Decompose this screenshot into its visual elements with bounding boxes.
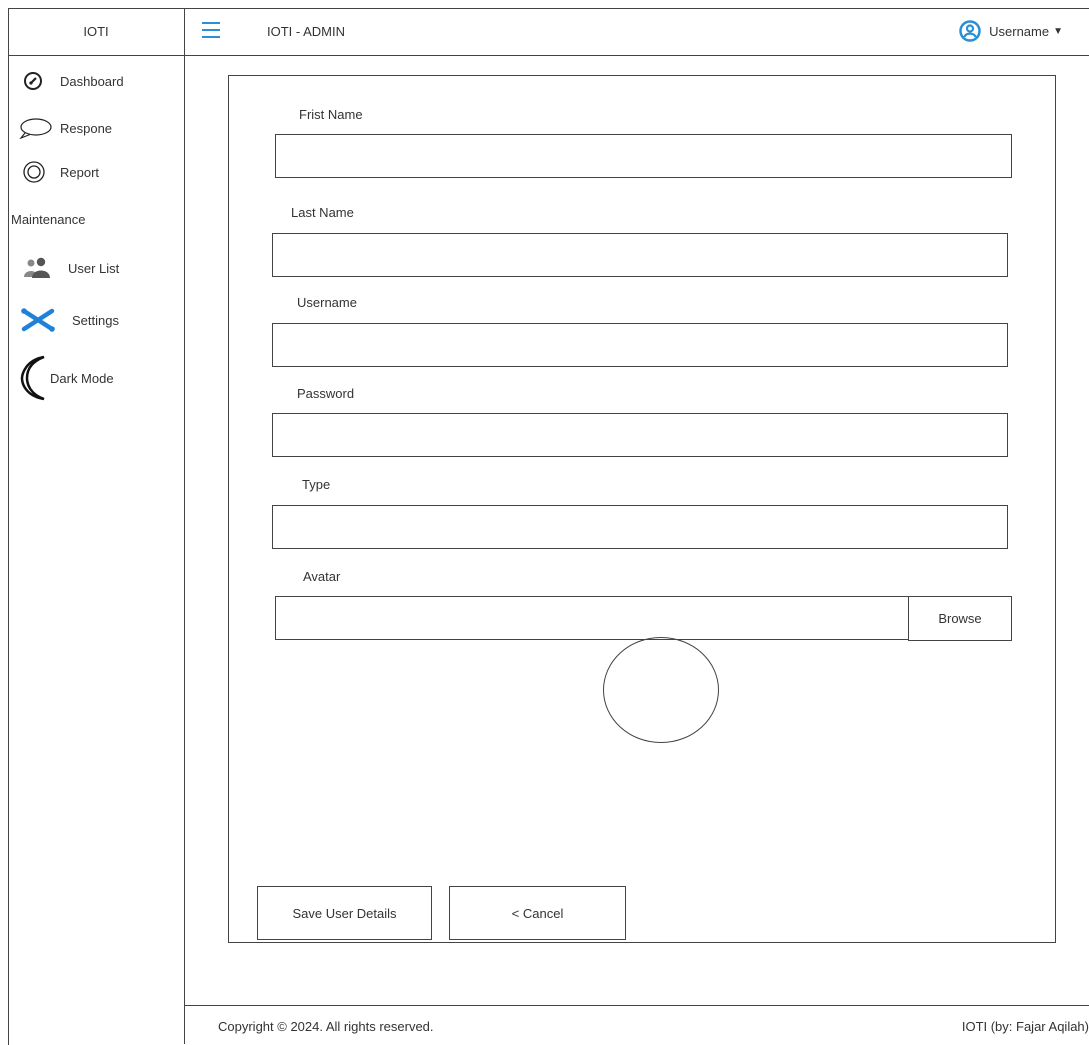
sidebar-item-label: Dark Mode [50,370,114,386]
sidebar-item-label: Dashboard [60,73,124,89]
save-button-label: Save User Details [292,905,397,921]
sidebar-item-settings[interactable]: Settings [20,307,119,333]
browse-button[interactable]: Browse [908,596,1012,641]
section-maintenance: Maintenance [11,212,86,227]
browse-button-label: Browse [938,611,982,626]
type-label: Type [302,477,331,492]
speedometer-icon [22,71,44,91]
brand-text: IOTI [83,24,109,39]
sidebar-item-respone[interactable]: Respone [19,117,113,139]
brand-logo: IOTI [8,8,185,56]
cancel-button-label: < Cancel [511,905,564,921]
hamburger-menu-icon[interactable] [202,22,220,38]
sidebar-item-dashboard[interactable]: Dashboard [22,71,124,91]
sidebar-item-label: Respone [60,120,113,136]
first-name-input[interactable] [275,134,1012,178]
username-input[interactable] [272,323,1008,367]
sidebar-item-dark-mode[interactable]: Dark Mode [20,354,114,402]
speech-bubble-icon [18,117,52,139]
sidebar: Dashboard Respone Report Maintenance Use… [8,56,185,1044]
sidebar-item-user-list[interactable]: User List [22,256,119,280]
sidebar-item-label: User List [68,260,120,276]
credit-text: IOTI (by: Fajar Aqilah) [961,1019,1089,1034]
avatar-label: Avatar [303,569,341,584]
crescent-moon-icon [20,354,48,402]
top-bar: IOTI - ADMIN Username ▼ [185,8,1089,56]
first-name-label: Frist Name [299,107,363,122]
cancel-button[interactable]: < Cancel [449,886,626,940]
password-label: Password [297,386,355,401]
app-title: IOTI - ADMIN [267,24,345,39]
avatar-file-input[interactable] [275,596,909,640]
avatar-preview [603,637,719,743]
sidebar-item-report[interactable]: Report [22,160,99,184]
target-circle-icon [22,160,46,184]
footer-divider [185,1005,1089,1006]
user-menu[interactable]: Username ▼ [959,20,1063,42]
password-input[interactable] [272,413,1008,457]
chevron-down-icon: ▼ [1053,25,1063,37]
username-field-label: Username [297,295,357,310]
save-user-details-button[interactable]: Save User Details [257,886,432,940]
users-icon [22,256,52,280]
sidebar-item-label: Report [60,164,100,180]
copyright-text: Copyright © 2024. All rights reserved. [218,1019,434,1034]
user-form-panel: Frist Name Last Name Username Password T… [228,75,1056,943]
cross-tools-icon [20,307,56,333]
last-name-label: Last Name [291,205,354,220]
user-avatar-icon [959,20,981,42]
username-label: Username [989,23,1050,39]
last-name-input[interactable] [272,233,1008,277]
type-input[interactable] [272,505,1008,549]
sidebar-item-label: Settings [72,312,119,328]
